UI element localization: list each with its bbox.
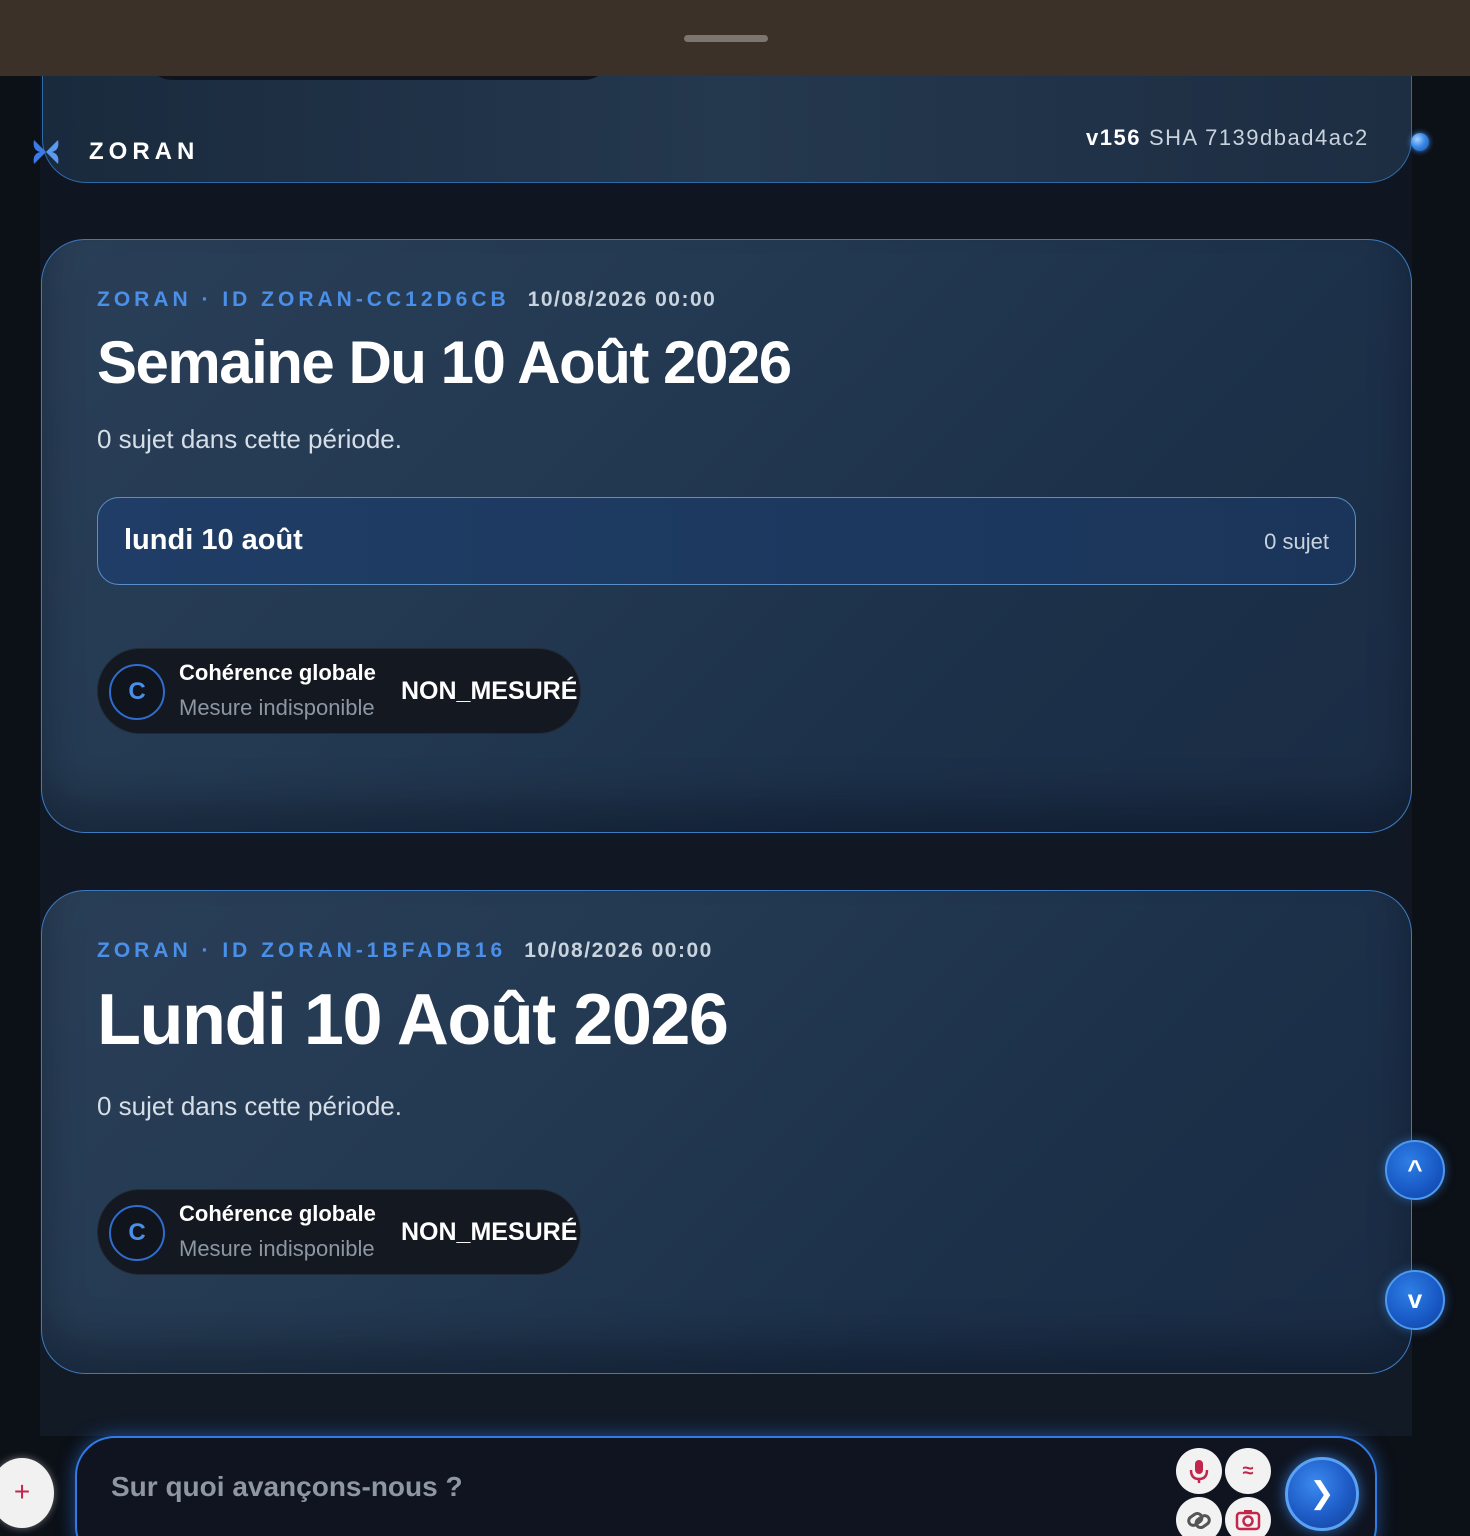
period-card-week[interactable]: ZORAN · ID ZORAN-CC12D6CB 10/08/2026 00:0… bbox=[41, 239, 1412, 833]
top-sheet-bar bbox=[0, 0, 1470, 76]
card-title: Semaine Du 10 Août 2026 bbox=[97, 329, 792, 396]
add-attachment-button[interactable]: + bbox=[0, 1458, 54, 1528]
day-row-lundi[interactable]: lundi 10 août 0 sujet bbox=[97, 497, 1356, 585]
scroll-up-button[interactable]: ^ bbox=[1385, 1140, 1445, 1200]
scroll-down-button[interactable]: v bbox=[1385, 1270, 1445, 1330]
composer-input[interactable]: Sur quoi avançons-nous ? bbox=[111, 1471, 463, 1503]
card-meta: ZORAN · ID ZORAN-1BFADB16 10/08/2026 00:0… bbox=[97, 939, 713, 963]
send-button[interactable]: ❯ bbox=[1285, 1457, 1359, 1531]
link-icon[interactable] bbox=[1176, 1497, 1222, 1536]
card-id: ZORAN · ID ZORAN-1BFADB16 bbox=[97, 939, 507, 962]
card-meta: ZORAN · ID ZORAN-CC12D6CB 10/08/2026 00:0… bbox=[97, 288, 716, 312]
card-subtitle: 0 sujet dans cette période. bbox=[97, 1091, 402, 1121]
brand-name: ZORAN bbox=[89, 138, 200, 165]
drag-handle[interactable] bbox=[684, 35, 768, 42]
camera-icon[interactable] bbox=[1225, 1497, 1271, 1536]
version-number: v156 bbox=[1086, 125, 1141, 150]
butterfly-logo-icon bbox=[33, 140, 59, 164]
coherence-subtitle: Mesure indisponible bbox=[179, 1236, 375, 1261]
coherence-badge[interactable]: C Cohérence globale Mesure indisponible … bbox=[97, 1189, 581, 1275]
microphone-icon[interactable] bbox=[1176, 1448, 1222, 1494]
card-id: ZORAN · ID ZORAN-CC12D6CB bbox=[97, 288, 510, 311]
period-card-day[interactable]: ZORAN · ID ZORAN-1BFADB16 10/08/2026 00:0… bbox=[41, 890, 1412, 1374]
card-title: Lundi 10 Août 2026 bbox=[97, 980, 729, 1060]
coherence-subtitle: Mesure indisponible bbox=[179, 695, 375, 720]
day-count: 0 sujet bbox=[1264, 529, 1329, 554]
coherence-status: NON_MESURÉ bbox=[401, 1218, 578, 1246]
coherence-title: Cohérence globale bbox=[179, 660, 376, 685]
sha-hash: SHA 7139dbad4ac2 bbox=[1148, 125, 1369, 150]
status-indicator-icon[interactable] bbox=[1411, 133, 1429, 151]
coherence-c-icon: C bbox=[109, 1205, 165, 1261]
coherence-badge[interactable]: C Cohérence globale Mesure indisponible … bbox=[97, 648, 581, 734]
version-info: v156 SHA 7139dbad4ac2 bbox=[1086, 125, 1369, 151]
coherence-status: NON_MESURÉ bbox=[401, 677, 578, 705]
coherence-title: Cohérence globale bbox=[179, 1201, 376, 1226]
wave-icon[interactable]: ≈ bbox=[1225, 1448, 1271, 1494]
day-label: lundi 10 août bbox=[124, 524, 303, 556]
card-date: 10/08/2026 00:00 bbox=[524, 939, 713, 962]
card-subtitle: 0 sujet dans cette période. bbox=[97, 424, 402, 454]
coherence-c-icon: C bbox=[109, 664, 165, 720]
card-date: 10/08/2026 00:00 bbox=[527, 288, 717, 311]
